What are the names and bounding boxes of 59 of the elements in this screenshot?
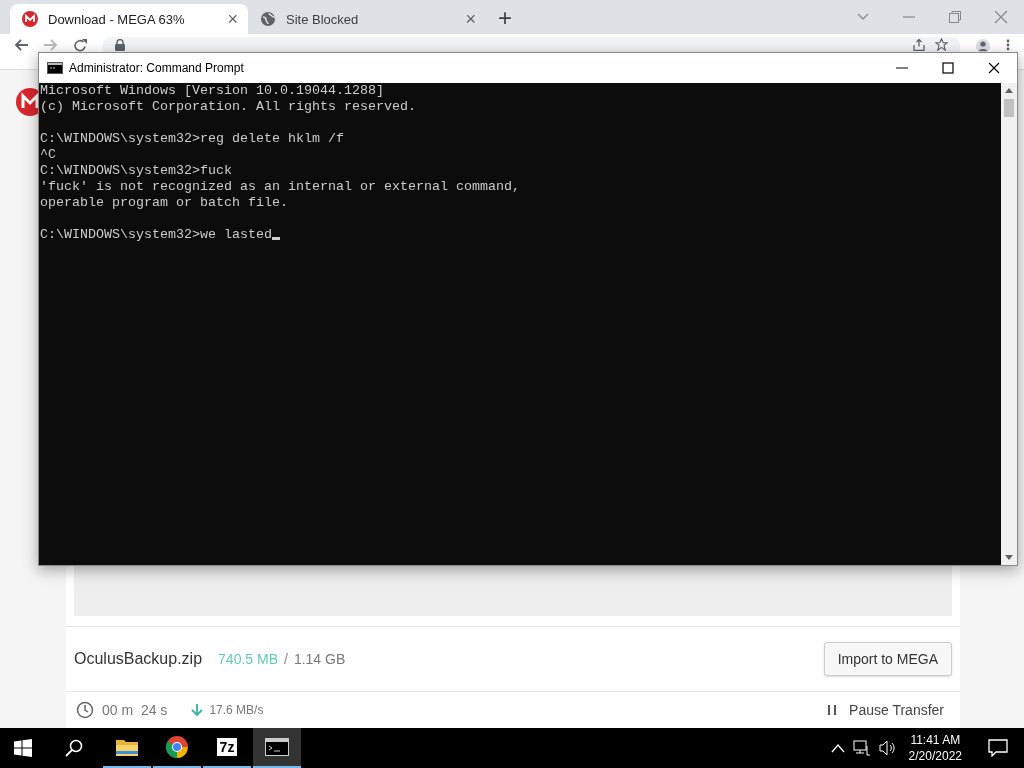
maximize-icon[interactable]	[942, 62, 954, 74]
tab-title: Site Blocked	[286, 11, 360, 27]
forward-icon	[44, 39, 58, 51]
down-arrow-icon	[191, 703, 204, 717]
browser-tab[interactable]: Site Blocked ×	[248, 4, 486, 34]
globe-icon	[260, 11, 276, 27]
close-icon[interactable]: ×	[465, 10, 476, 28]
pause-button[interactable]: Pause Transfer	[821, 701, 950, 719]
console-line: Microsoft Windows [Version 10.0.19044.1288]	[40, 83, 385, 99]
taskbar-app[interactable]	[253, 728, 301, 768]
start-icon[interactable]	[14, 739, 32, 757]
chevron-up-icon[interactable]	[830, 743, 845, 753]
close-icon	[994, 10, 1008, 24]
console-line: 'fuck' is not recognized as an internal or external command,	[40, 179, 521, 195]
console-line: C:\WINDOWS\system32>reg delete hklm /f	[40, 131, 345, 147]
window-title: Administrator: Command Prompt	[69, 61, 244, 75]
scroll-thumb[interactable]	[1004, 99, 1014, 117]
new-tab-button[interactable]: +	[498, 6, 512, 30]
lock-icon	[115, 38, 125, 51]
pause-icon	[827, 704, 838, 716]
share-icon	[913, 38, 925, 51]
console-line: (c) Microsoft Corporation. All rights reserved.	[40, 99, 417, 115]
chrome-icon	[165, 735, 189, 759]
scroll-down-icon	[1005, 555, 1013, 561]
console-line: ^C	[40, 147, 57, 163]
reload-icon	[74, 39, 87, 52]
terminal-icon	[265, 738, 289, 756]
browser-tab[interactable]: Download - MEGA 63% ×	[10, 4, 248, 34]
terminal-icon	[47, 62, 63, 74]
clock-time[interactable]: 11:41 AM	[910, 732, 961, 748]
download-speed: 17.6 MB/s	[209, 703, 264, 717]
scroll-up-icon	[1005, 87, 1013, 93]
network-icon[interactable]	[852, 740, 871, 756]
notification-icon[interactable]	[988, 739, 1008, 757]
scrollbar[interactable]	[1001, 83, 1017, 565]
close-icon[interactable]: ×	[227, 10, 238, 28]
clock-date[interactable]: 2/20/2022	[908, 748, 962, 764]
downloaded-size: 740.5 MB	[218, 651, 278, 667]
menu-icon	[1006, 39, 1010, 51]
taskbar-app[interactable]: 7z	[203, 728, 251, 768]
file-name: OculusBackup.zip	[74, 650, 203, 668]
folder-icon	[115, 737, 139, 757]
console-line: operable program or batch file.	[40, 195, 289, 211]
clock-icon	[76, 701, 94, 719]
tab-title: Download - MEGA 63%	[48, 11, 186, 27]
total-size: 1.14 GB	[293, 651, 346, 667]
search-icon[interactable]	[65, 739, 83, 757]
back-icon	[14, 39, 28, 51]
star-icon	[935, 38, 948, 51]
logo-icon	[22, 11, 38, 27]
import-button[interactable]: Import to MEGA	[823, 642, 952, 676]
console-line: C:\WINDOWS\system32>fuck	[40, 163, 233, 179]
size-separator: /	[284, 651, 288, 667]
time-remaining: 00 m 24 s	[102, 702, 168, 718]
profile-icon	[976, 39, 990, 53]
speaker-icon[interactable]	[878, 740, 897, 756]
console-line: C:\WINDOWS\system32>we lasted	[40, 227, 1001, 243]
close-icon[interactable]	[988, 62, 1000, 74]
restore-icon	[948, 10, 962, 24]
